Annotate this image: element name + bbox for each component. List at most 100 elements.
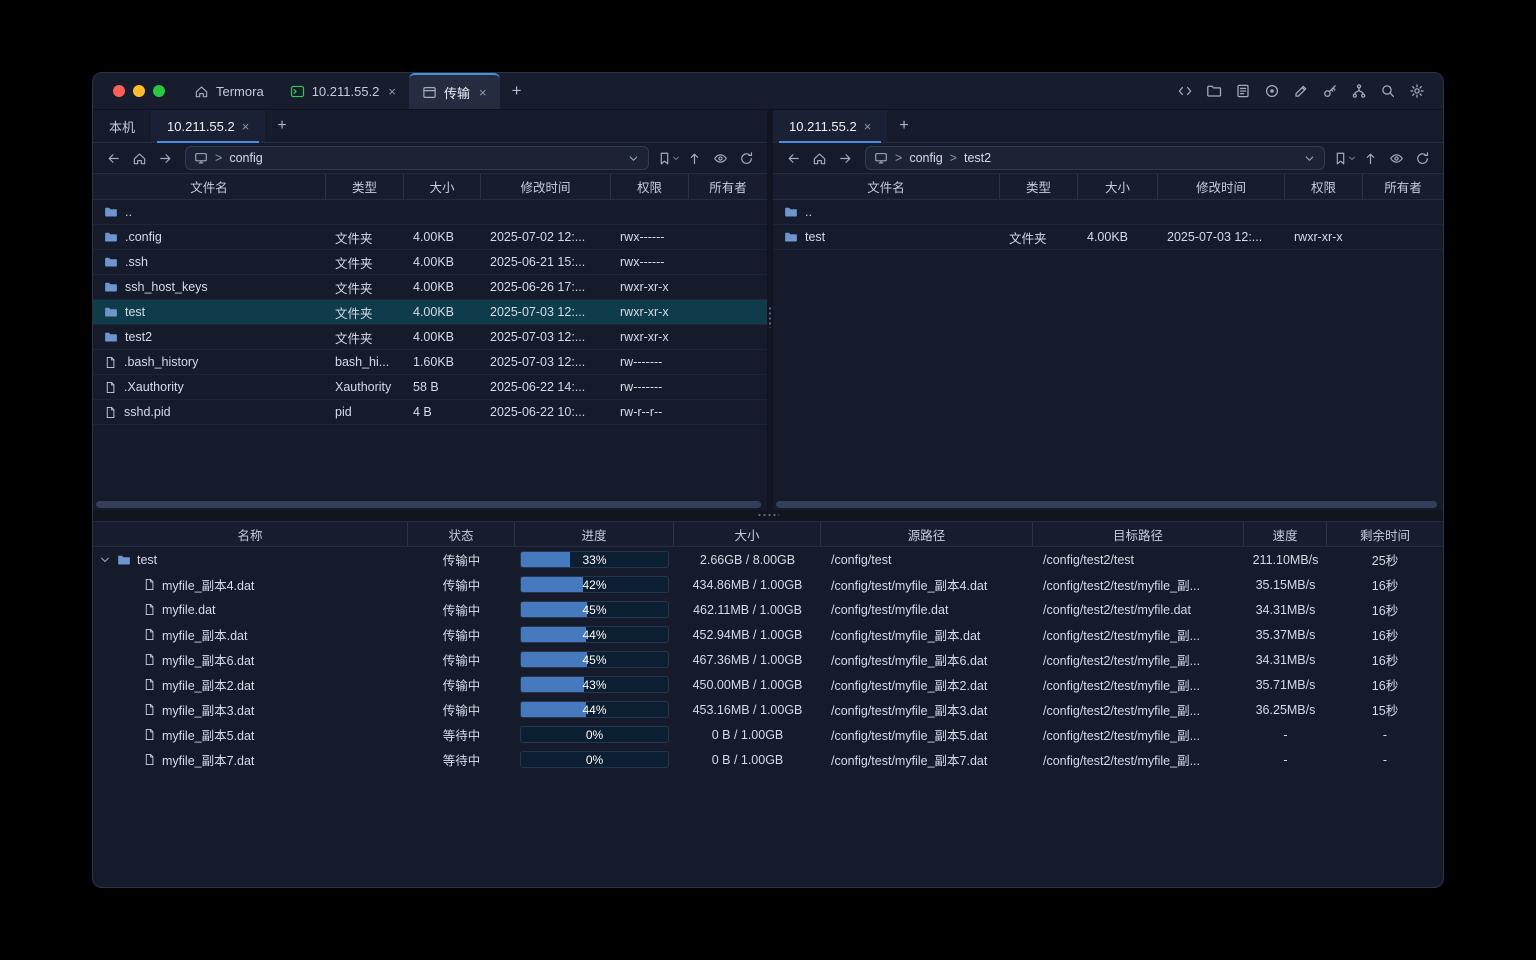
chevron-down-icon[interactable] <box>1303 152 1316 165</box>
upload-button[interactable] <box>683 147 706 170</box>
file-row[interactable]: .bash_history bash_hi...1.60KB2025-07-03… <box>93 350 767 375</box>
key-icon[interactable] <box>1322 83 1338 99</box>
column-header[interactable]: 修改时间 <box>481 174 611 199</box>
file-row[interactable]: test 文件夹4.00KB2025-07-03 12:...rwxr-xr-x <box>773 225 1443 250</box>
transfer-row[interactable]: myfile_副本6.dat 传输中 45% 467.36MB / 1.00GB… <box>93 647 1443 672</box>
back-button[interactable] <box>102 147 125 170</box>
transfers-panel: 名称 状态 进度 大小 源路径 目标路径 速度 剩余时间 test 传输中 33… <box>93 522 1443 887</box>
column-header[interactable]: 速度 <box>1244 522 1327 546</box>
folder-icon <box>784 230 798 244</box>
eye-icon <box>713 151 728 166</box>
fork-icon[interactable] <box>1351 83 1367 99</box>
tab-app-home[interactable]: Termora <box>181 73 277 109</box>
show-hidden-button[interactable] <box>709 147 732 170</box>
bookmark-button[interactable] <box>657 147 680 170</box>
minimize-window-button[interactable] <box>133 85 145 97</box>
file-row-selected[interactable]: test 文件夹4.00KB2025-07-03 12:...rwxr-xr-x <box>93 300 767 325</box>
path-segment[interactable]: test2 <box>964 151 991 165</box>
column-header[interactable]: 文件名 <box>93 174 326 199</box>
close-window-button[interactable] <box>113 85 125 97</box>
column-header[interactable]: 大小 <box>1078 174 1158 199</box>
forward-button[interactable] <box>834 147 857 170</box>
code-icon[interactable] <box>1177 83 1193 99</box>
column-header[interactable]: 名称 <box>93 522 408 546</box>
tab-remote[interactable]: 10.211.55.2 × <box>151 110 265 142</box>
back-button[interactable] <box>782 147 805 170</box>
transfer-row[interactable]: myfile_副本4.dat 传输中 42% 434.86MB / 1.00GB… <box>93 572 1443 597</box>
bookmark-button[interactable] <box>1333 147 1356 170</box>
column-header[interactable]: 类型 <box>1000 174 1078 199</box>
tab-label: 传输 <box>444 83 470 102</box>
progress-bar: 45% <box>520 651 669 668</box>
close-tab-icon[interactable]: × <box>864 119 872 134</box>
file-row[interactable]: .config 文件夹4.00KB2025-07-02 12:...rwx---… <box>93 225 767 250</box>
horizontal-scrollbar[interactable] <box>776 501 1437 508</box>
file-row[interactable]: .Xauthority Xauthority58 B2025-06-22 14:… <box>93 375 767 400</box>
record-icon[interactable] <box>1264 83 1280 99</box>
transfer-row[interactable]: myfile_副本5.dat 等待中 0% 0 B / 1.00GB /conf… <box>93 722 1443 747</box>
path-bar[interactable]: > config <box>185 146 649 170</box>
file-row[interactable]: sshd.pid pid4 B2025-06-22 10:...rw-r--r-… <box>93 400 767 425</box>
path-bar[interactable]: > config > test2 <box>865 146 1325 170</box>
chevron-down-icon[interactable] <box>627 152 640 165</box>
transfer-row[interactable]: test 传输中 33% 2.66GB / 8.00GB /config/tes… <box>93 547 1443 572</box>
folder-icon[interactable] <box>1206 83 1222 99</box>
file-row[interactable]: ssh_host_keys 文件夹4.00KB2025-06-26 17:...… <box>93 275 767 300</box>
column-header[interactable]: 权限 <box>1285 174 1363 199</box>
chevron-down-icon <box>672 154 680 162</box>
search-icon[interactable] <box>1380 83 1396 99</box>
column-header[interactable]: 文件名 <box>773 174 1000 199</box>
show-hidden-button[interactable] <box>1385 147 1408 170</box>
refresh-button[interactable] <box>1411 147 1434 170</box>
file-row[interactable]: .ssh 文件夹4.00KB2025-06-21 15:...rwx------ <box>93 250 767 275</box>
settings-gear-icon[interactable] <box>1409 83 1425 99</box>
column-header[interactable]: 修改时间 <box>1158 174 1285 199</box>
transfer-status: 等待中 <box>408 750 515 769</box>
file-row[interactable]: .. <box>93 200 767 225</box>
file-icon <box>143 678 156 691</box>
tab-local[interactable]: 本机 <box>93 110 151 142</box>
edit-icon[interactable] <box>1293 83 1309 99</box>
close-tab-icon[interactable]: × <box>242 119 250 134</box>
forward-button[interactable] <box>154 147 177 170</box>
column-header[interactable]: 目标路径 <box>1033 522 1244 546</box>
tab-ssh-session[interactable]: 10.211.55.2 × <box>277 73 409 109</box>
transfers-splitter[interactable] <box>93 510 1443 522</box>
column-header[interactable]: 所有者 <box>689 174 767 199</box>
column-header[interactable]: 剩余时间 <box>1327 522 1443 546</box>
upload-button[interactable] <box>1359 147 1382 170</box>
log-icon[interactable] <box>1235 83 1251 99</box>
close-tab-icon[interactable]: × <box>479 85 487 100</box>
file-row[interactable]: .. <box>773 200 1443 225</box>
column-header[interactable]: 大小 <box>674 522 821 546</box>
transfer-row[interactable]: myfile.dat 传输中 45% 462.11MB / 1.00GB /co… <box>93 597 1443 622</box>
new-panel-tab-button[interactable]: + <box>887 110 920 142</box>
app-window: Termora 10.211.55.2 × 传输 × + <box>92 72 1444 888</box>
column-header[interactable]: 权限 <box>611 174 689 199</box>
refresh-button[interactable] <box>735 147 758 170</box>
transfer-row[interactable]: myfile_副本2.dat 传输中 43% 450.00MB / 1.00GB… <box>93 672 1443 697</box>
path-segment[interactable]: config <box>229 151 262 165</box>
column-header[interactable]: 类型 <box>326 174 404 199</box>
home-icon <box>194 84 209 99</box>
close-tab-icon[interactable]: × <box>388 84 396 99</box>
tab-transfer[interactable]: 传输 × <box>409 73 500 109</box>
column-header[interactable]: 状态 <box>408 522 515 546</box>
home-button[interactable] <box>128 147 151 170</box>
new-tab-button[interactable]: + <box>500 73 534 109</box>
column-header[interactable]: 大小 <box>404 174 481 199</box>
column-header[interactable]: 进度 <box>515 522 674 546</box>
column-header[interactable]: 源路径 <box>821 522 1033 546</box>
tab-remote[interactable]: 10.211.55.2 × <box>773 110 887 142</box>
transfer-row[interactable]: myfile_副本3.dat 传输中 44% 453.16MB / 1.00GB… <box>93 697 1443 722</box>
maximize-window-button[interactable] <box>153 85 165 97</box>
horizontal-scrollbar[interactable] <box>96 501 761 508</box>
new-panel-tab-button[interactable]: + <box>265 110 298 142</box>
file-row[interactable]: test2 文件夹4.00KB2025-07-03 12:...rwxr-xr-… <box>93 325 767 350</box>
transfer-row[interactable]: myfile_副本7.dat 等待中 0% 0 B / 1.00GB /conf… <box>93 747 1443 772</box>
path-segment[interactable]: config <box>909 151 942 165</box>
home-button[interactable] <box>808 147 831 170</box>
transfer-row[interactable]: myfile_副本.dat 传输中 44% 452.94MB / 1.00GB … <box>93 622 1443 647</box>
column-header[interactable]: 所有者 <box>1363 174 1443 199</box>
expand-chevron-icon[interactable] <box>99 554 111 566</box>
